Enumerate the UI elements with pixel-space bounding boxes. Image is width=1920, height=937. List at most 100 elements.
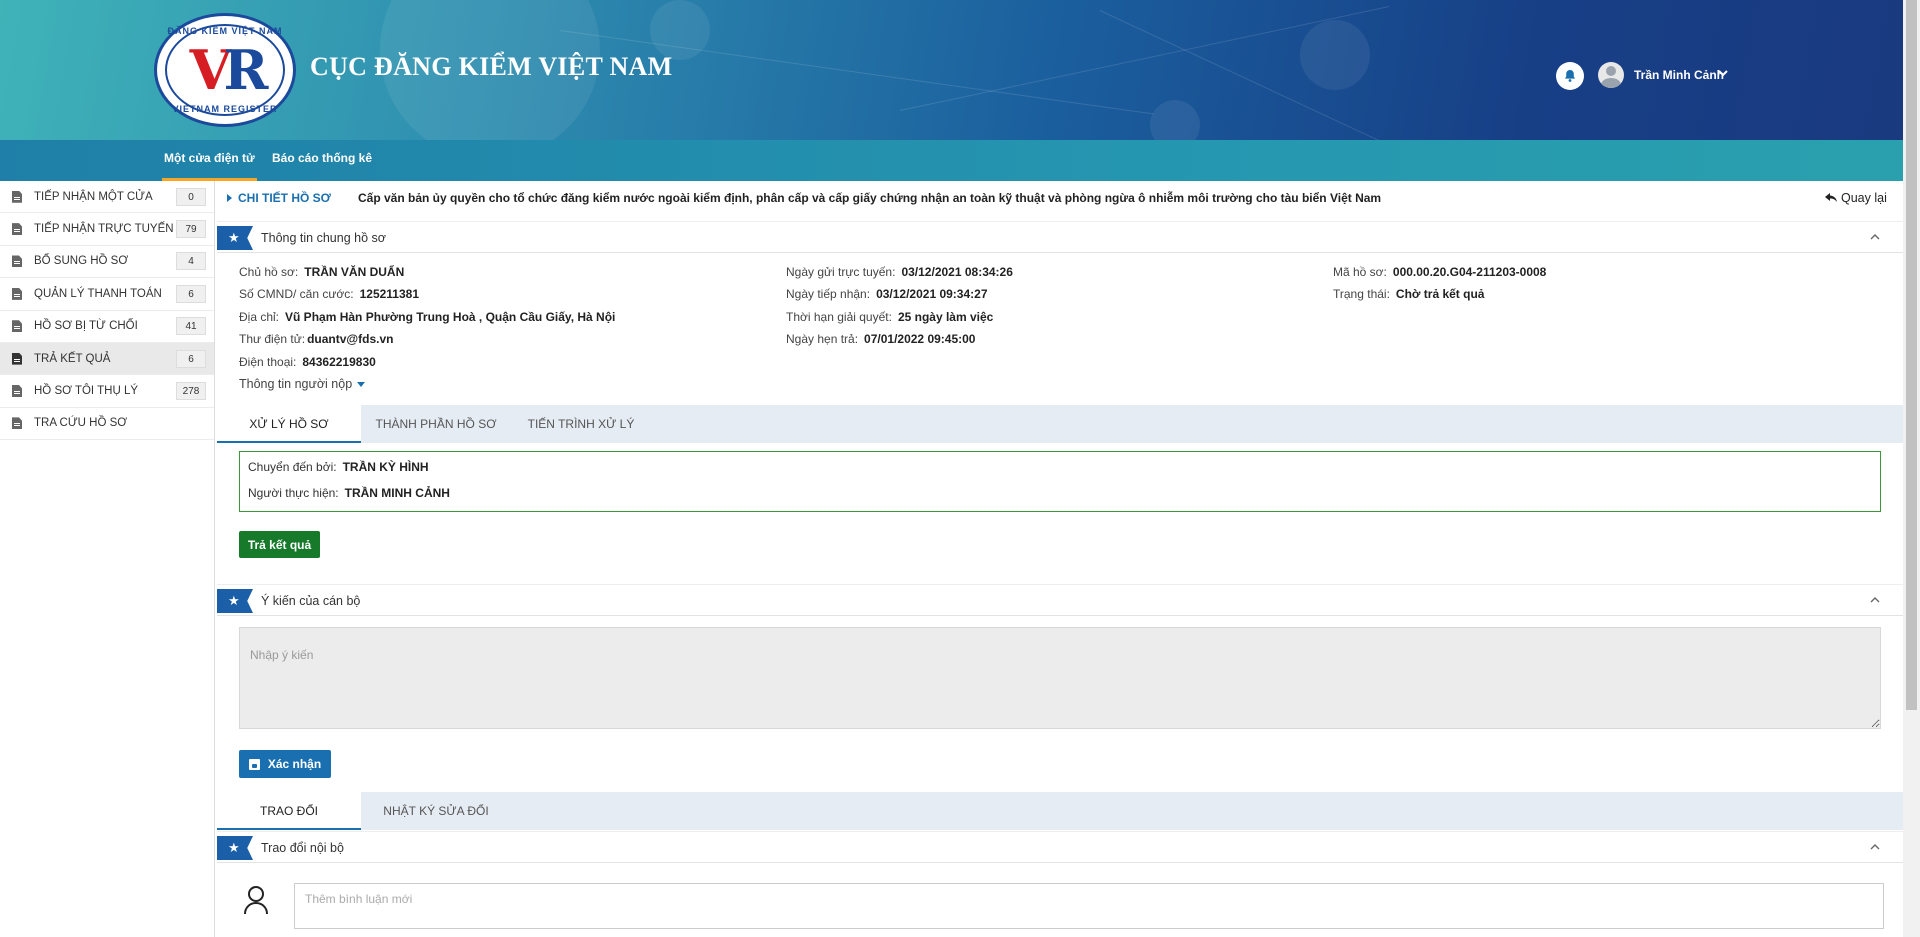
- top-nav: Một cửa điện tử Báo cáo thống kê: [0, 140, 1903, 181]
- user-avatar[interactable]: [1598, 62, 1624, 88]
- opinion-title: Ý kiến của cán bộ: [261, 594, 361, 608]
- back-button[interactable]: Quay lại: [1825, 191, 1887, 205]
- logo-mark-v: V: [189, 38, 232, 102]
- sidebar-item-count: 278: [176, 382, 206, 401]
- sidebar: TIẾP NHẬN MỘT CỬA 0 TIẾP NHẬN TRỰC TUYẾN…: [0, 181, 215, 937]
- chevron-up-icon[interactable]: [1870, 840, 1880, 854]
- logo-top-text: ĐĂNG KIỂM VIỆT NAM: [167, 26, 283, 36]
- owner-label: Chủ hồ sơ:: [239, 265, 299, 279]
- caret-down-icon: [357, 382, 366, 388]
- opinion-textarea[interactable]: [239, 627, 1881, 729]
- confirm-button-label: Xác nhận: [267, 757, 322, 771]
- handler-value: TRẦN MINH CẢNH: [344, 486, 450, 500]
- submitter-info-label: Thông tin người nộp: [239, 377, 353, 391]
- scrollbar-thumb[interactable]: [1906, 0, 1917, 710]
- sidebar-item-tiep-nhan-mot-cua[interactable]: TIẾP NHẬN MỘT CỬA 0: [0, 181, 214, 214]
- id-label: Số CMND/ căn cước:: [239, 287, 354, 301]
- tab-nhat-ky-sua-doi[interactable]: NHẬT KÝ SỬA ĐỔI: [361, 792, 511, 830]
- handler-label: Người thực hiện:: [248, 486, 339, 500]
- return-date-label: Ngày hẹn trả:: [786, 332, 859, 346]
- phone-value: 84362219830: [302, 355, 376, 369]
- app-header: ĐĂNG KIỂM VIỆT NAM VR VIETNAM REGISTER C…: [0, 0, 1903, 140]
- sent-row: Ngày gửi trực tuyến: 03/12/2021 08:34:26: [786, 265, 1013, 279]
- site-title: CỤC ĐĂNG KIỂM VIỆT NAM: [310, 52, 673, 81]
- assignment-box: Chuyển đến bởi: TRẦN KỲ HÌNH Người thực h…: [239, 451, 1881, 512]
- procedure-title: Cấp văn bản ủy quyền cho tổ chức đăng ki…: [358, 191, 1382, 205]
- tab-xu-ly-ho-so[interactable]: XỬ LÝ HỒ SƠ: [217, 405, 361, 443]
- comment-input[interactable]: [294, 883, 1884, 929]
- page-scrollbar[interactable]: [1903, 0, 1920, 937]
- tab-tien-trinh-xu-ly[interactable]: TIẾN TRÌNH XỬ LÝ: [511, 405, 651, 443]
- email-row: Thư điện tử: duantv@fds.vn: [239, 332, 393, 346]
- logo[interactable]: ĐĂNG KIỂM VIỆT NAM VR VIETNAM REGISTER: [154, 13, 296, 127]
- star-icon: ★: [217, 226, 253, 250]
- document-icon: [12, 320, 22, 333]
- sidebar-item-tiep-nhan-truc-tuyen[interactable]: TIẾP NHẬN TRỰC TUYẾN 79: [0, 213, 214, 246]
- general-info-title: Thông tin chung hồ sơ: [261, 231, 386, 245]
- sidebar-item-ho-so-bi-tu-choi[interactable]: HỒ SƠ BỊ TỪ CHỐI 41: [0, 311, 214, 343]
- chevron-up-icon[interactable]: [1870, 593, 1880, 607]
- header-decoration: [1150, 100, 1200, 140]
- detail-label: CHI TIẾT HỒ SƠ: [238, 191, 331, 205]
- logo-bottom-text: VIETNAM REGISTER: [172, 104, 278, 114]
- return-result-button[interactable]: Trả kết quả: [239, 531, 320, 558]
- chevron-down-icon[interactable]: [1718, 68, 1728, 81]
- sidebar-item-tra-ket-qua[interactable]: TRẢ KẾT QUẢ 6: [0, 342, 214, 376]
- star-icon: ★: [217, 836, 253, 860]
- sidebar-item-count: 6: [176, 284, 206, 303]
- logo-mark: VR: [189, 38, 269, 102]
- email-value: duantv@fds.vn: [307, 332, 394, 346]
- bell-icon: [1565, 70, 1575, 82]
- code-label: Mã hồ sơ:: [1333, 265, 1387, 279]
- sidebar-item-ho-so-toi-thu-ly[interactable]: HỒ SƠ TÔI THỤ LÝ 278: [0, 375, 214, 408]
- tab-trao-doi[interactable]: TRAO ĐỔI: [217, 792, 361, 830]
- address-value: Vũ Phạm Hàn Phường Trung Hoà , Quận Cầu …: [285, 310, 616, 324]
- status-label: Trạng thái:: [1333, 287, 1390, 301]
- opinion-header[interactable]: ★ Ý kiến của cán bộ: [217, 584, 1903, 616]
- phone-label: Điện thoại:: [239, 355, 297, 369]
- from-row: Chuyển đến bởi: TRẦN KỲ HÌNH: [248, 460, 429, 474]
- document-icon: [12, 223, 22, 236]
- sidebar-item-count: 0: [176, 187, 206, 206]
- document-icon: [12, 190, 22, 203]
- sidebar-item-bo-sung-ho-so[interactable]: BỔ SUNG HỒ SƠ 4: [0, 246, 214, 279]
- user-icon: [243, 885, 269, 915]
- document-icon: [12, 287, 22, 300]
- address-row: Địa chỉ: Vũ Phạm Hàn Phường Trung Hoà , Q…: [239, 310, 615, 324]
- user-name[interactable]: Trần Minh Cảnh: [1634, 68, 1724, 82]
- exchange-tabs: TRAO ĐỔI NHẬT KÝ SỬA ĐỔI: [217, 792, 1903, 830]
- confirm-button[interactable]: Xác nhận: [239, 750, 331, 778]
- sidebar-item-count: 6: [176, 349, 206, 368]
- sidebar-item-count: 41: [176, 317, 206, 336]
- owner-row: Chủ hồ sơ: TRẦN VĂN DUẨN: [239, 265, 404, 279]
- back-button-label: Quay lại: [1841, 191, 1887, 205]
- sidebar-item-tra-cuu-ho-so[interactable]: TRA CỨU HỒ SƠ: [0, 408, 214, 441]
- return-date-row: Ngày hẹn trả: 07/01/2022 09:45:00: [786, 332, 975, 346]
- email-label: Thư điện tử:: [239, 332, 306, 346]
- topnav-item-bao-cao[interactable]: Báo cáo thống kê: [272, 140, 372, 181]
- notification-button[interactable]: [1556, 62, 1584, 90]
- deadline-row: Thời hạn giải quyết: 25 ngày làm việc: [786, 310, 993, 324]
- sidebar-item-label: TRA CỨU HỒ SƠ: [34, 417, 128, 430]
- deadline-value: 25 ngày làm việc: [897, 310, 994, 324]
- internal-exchange-title: Trao đổi nội bộ: [261, 841, 344, 855]
- id-value: 125211381: [359, 287, 419, 301]
- chevron-up-icon[interactable]: [1870, 230, 1880, 244]
- submitter-info-toggle[interactable]: Thông tin người nộp: [239, 377, 366, 391]
- document-icon: [12, 352, 22, 365]
- sidebar-item-count: 79: [176, 220, 206, 239]
- general-info-header[interactable]: ★ Thông tin chung hồ sơ: [217, 221, 1903, 253]
- topnav-item-mot-cua[interactable]: Một cửa điện tử: [162, 140, 257, 181]
- sidebar-item-quan-ly-thanh-toan[interactable]: QUẢN LÝ THANH TOÁN 6: [0, 278, 214, 311]
- tab-thanh-phan-ho-so[interactable]: THÀNH PHẦN HỒ SƠ: [361, 405, 511, 443]
- from-label: Chuyển đến bởi:: [248, 460, 337, 474]
- internal-exchange-header[interactable]: ★ Trao đổi nội bộ: [217, 831, 1903, 863]
- address-label: Địa chỉ:: [239, 310, 280, 324]
- received-value: 03/12/2021 09:34:27: [876, 287, 988, 301]
- owner-value: TRẦN VĂN DUẨN: [304, 265, 405, 279]
- sent-value: 03/12/2021 08:34:26: [901, 265, 1013, 279]
- id-row: Số CMND/ căn cước: 125211381: [239, 287, 419, 301]
- star-icon: ★: [217, 589, 253, 613]
- caret-right-icon: [227, 194, 232, 202]
- phone-row: Điện thoại: 84362219830: [239, 355, 376, 369]
